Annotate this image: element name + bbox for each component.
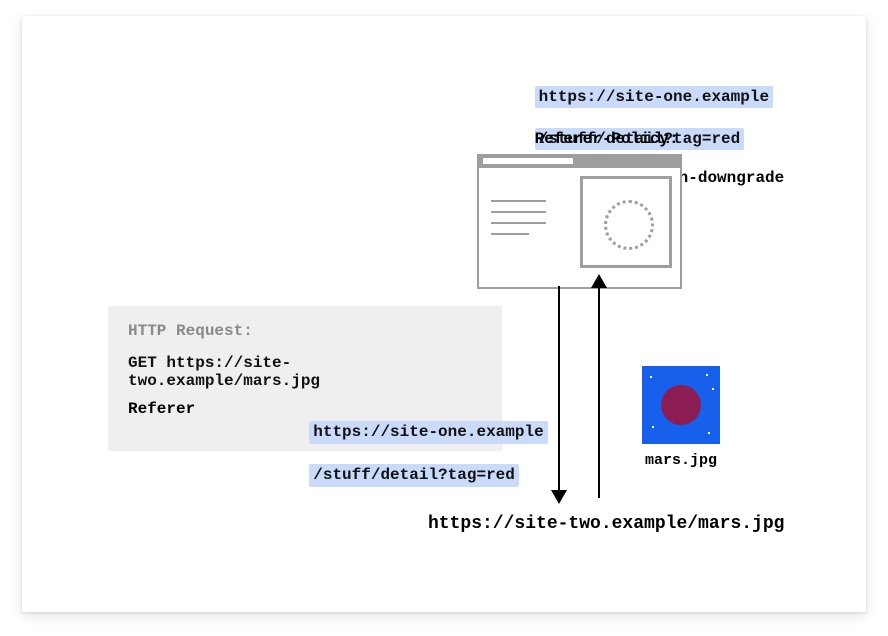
policy-label: Referer-Policy: — [535, 130, 679, 148]
star-icon — [650, 376, 652, 378]
planet-icon — [661, 385, 701, 425]
image-placeholder-icon — [580, 176, 672, 268]
star-icon — [706, 374, 708, 376]
resource-url: https://site-two.example/mars.jpg — [428, 514, 784, 534]
dotted-circle-icon — [604, 200, 654, 250]
diagram-stage: https://site-one.example /stuff/detail?t… — [0, 0, 888, 636]
origin-url-line1: https://site-one.example — [535, 86, 773, 108]
browser-window-icon — [477, 154, 682, 289]
request-arrow-down — [558, 286, 560, 494]
star-icon — [712, 388, 714, 390]
diagram-card: https://site-one.example /stuff/detail?t… — [22, 16, 866, 612]
referer-line2: /stuff/detail?tag=red — [309, 464, 519, 487]
referer-line1: https://site-one.example — [309, 421, 547, 444]
arrowhead-up-icon — [591, 274, 607, 288]
request-heading: HTTP Request: — [128, 322, 482, 340]
star-icon — [652, 426, 654, 428]
request-line: GET https://site-two.example/mars.jpg — [128, 354, 482, 390]
referer-label: Referer — [128, 400, 195, 418]
arrowhead-down-icon — [551, 490, 567, 504]
browser-titlebar — [477, 154, 682, 168]
mars-filename: mars.jpg — [642, 452, 720, 469]
text-lines-icon — [491, 200, 546, 244]
response-arrow-up — [598, 286, 600, 498]
referer-value: https://site-one.example /stuff/detail?t… — [213, 400, 547, 508]
mars-image-icon — [642, 366, 720, 444]
star-icon — [708, 432, 710, 434]
browser-body — [477, 168, 682, 289]
http-request-panel: HTTP Request: GET https://site-two.examp… — [108, 306, 502, 451]
referer-row: Referer https://site-one.example /stuff/… — [128, 400, 482, 508]
